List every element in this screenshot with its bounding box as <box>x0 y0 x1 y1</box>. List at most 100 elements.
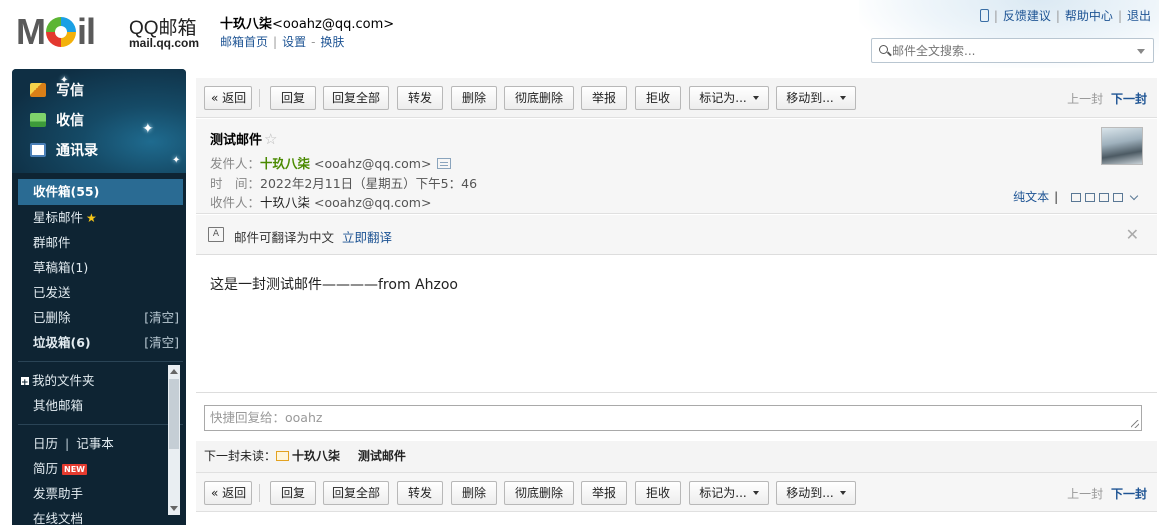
user-email: <ooahz@qq.com> <box>272 17 395 32</box>
plain-text-link[interactable]: 纯文本 <box>1013 190 1049 204</box>
move-to-dropdown[interactable]: 移动到... <box>776 481 856 505</box>
copy-icon[interactable] <box>1085 193 1095 202</box>
mail-to: 收件人：十玖八柒 <ooahz@qq.com> <box>210 195 432 210</box>
contacts-icon <box>30 143 46 157</box>
translate-bar: A 邮件可翻译为中文 立即翻译 ✕ <box>196 215 1157 255</box>
scroll-down-icon[interactable] <box>170 506 178 511</box>
move-to-dropdown[interactable]: 移动到... <box>776 86 856 110</box>
next-mail-link[interactable]: 下一封 <box>1111 92 1147 106</box>
reply-all-button[interactable]: 回复全部 <box>323 86 389 110</box>
scroll-up-icon[interactable] <box>170 369 178 374</box>
expand-icon[interactable] <box>21 371 29 396</box>
reject-button[interactable]: 拒收 <box>635 86 681 110</box>
mail-body: 这是一封测试邮件————from Ahzoo <box>210 277 458 293</box>
new-badge: NEW <box>62 464 87 475</box>
qq-mail-logo[interactable]: Mil QQ邮箱 mail.qq.com <box>16 12 206 52</box>
vcard-icon[interactable] <box>437 158 452 169</box>
sidebar-item-drafts[interactable]: 草稿箱(1) <box>18 255 183 280</box>
report-button[interactable]: 举报 <box>581 86 627 110</box>
delete-permanently-button[interactable]: 彻底删除 <box>504 86 574 110</box>
delete-button[interactable]: 删除 <box>451 481 497 505</box>
divider <box>18 361 183 362</box>
sidebar-item-deleted[interactable]: 已删除 [清空] <box>18 305 183 330</box>
sidebar-item-sent[interactable]: 已发送 <box>18 280 183 305</box>
sender-email: <ooahz@qq.com> <box>314 156 432 171</box>
scroll-thumb[interactable] <box>169 379 179 449</box>
chevron-down-icon <box>752 96 759 100</box>
notes-link[interactable]: 记事本 <box>76 436 114 451</box>
chevron-down-icon <box>752 491 759 495</box>
sidebar-item-spam[interactable]: 垃圾箱(6) [清空] <box>18 330 183 355</box>
mark-as-dropdown[interactable]: 标记为... <box>689 481 769 505</box>
sidebar-action-panel: ✦ ✦ ✦ 写信 收信 通讯录 <box>12 69 186 173</box>
prev-mail-link: 上一封 <box>1067 487 1104 501</box>
search-icon[interactable] <box>879 45 888 54</box>
recipient-name[interactable]: 十玖八柒 <box>260 195 310 210</box>
sidebar-item-starred[interactable]: 星标邮件 ★ <box>18 205 183 230</box>
report-button[interactable]: 举报 <box>581 481 627 505</box>
reply-button[interactable]: 回复 <box>270 86 316 110</box>
delete-permanently-button[interactable]: 彻底删除 <box>504 481 574 505</box>
print-icon[interactable] <box>1113 193 1123 202</box>
chevron-down-icon <box>839 491 846 495</box>
feedback-link[interactable]: 反馈建议 <box>1003 9 1051 23</box>
quick-reply-input[interactable]: 快捷回复给：ooahz <box>204 405 1142 431</box>
contacts-button[interactable]: 通讯录 <box>30 139 170 163</box>
mail-search-box[interactable] <box>871 38 1154 63</box>
forward-button[interactable]: 转发 <box>397 481 443 505</box>
divider <box>18 424 183 425</box>
close-icon[interactable]: ✕ <box>1126 225 1139 244</box>
next-unread-sender[interactable]: 十玖八柒 <box>292 449 340 463</box>
delete-button[interactable]: 删除 <box>451 86 497 110</box>
download-icon[interactable] <box>1099 193 1109 202</box>
resize-handle[interactable] <box>1131 420 1139 428</box>
logo-url: mail.qq.com <box>129 36 200 50</box>
chevron-down-icon[interactable] <box>1129 191 1139 201</box>
sidebar-item-inbox[interactable]: 收件箱(55) <box>18 179 183 205</box>
sender-avatar[interactable] <box>1101 127 1143 165</box>
search-dropdown-icon[interactable] <box>1137 49 1145 54</box>
forward-button[interactable]: 转发 <box>397 86 443 110</box>
mailbox-home-link[interactable]: 邮箱首页 <box>220 35 268 49</box>
phone-icon[interactable] <box>979 9 989 22</box>
logout-link[interactable]: 退出 <box>1127 9 1151 23</box>
search-input[interactable] <box>892 42 1132 59</box>
divider <box>196 392 1157 393</box>
sender-name[interactable]: 十玖八柒 <box>260 156 310 171</box>
translate-now-link[interactable]: 立即翻译 <box>342 230 392 245</box>
reject-button[interactable]: 拒收 <box>635 481 681 505</box>
logo-ring-icon <box>46 17 76 47</box>
empty-deleted-link[interactable]: [清空] <box>144 305 179 330</box>
star-toggle-icon[interactable]: ☆ <box>264 130 277 148</box>
receive-button[interactable]: 收信 <box>30 109 170 133</box>
mark-as-dropdown[interactable]: 标记为... <box>689 86 769 110</box>
reply-button[interactable]: 回复 <box>270 481 316 505</box>
change-skin-link[interactable]: 换肤 <box>320 35 344 49</box>
new-window-icon[interactable] <box>1071 193 1081 202</box>
sidebar-item-other-mail[interactable]: 其他邮箱 <box>18 393 183 418</box>
calendar-link[interactable]: 日历 <box>33 436 58 451</box>
divider <box>259 89 260 107</box>
sidebar-scrollbar[interactable] <box>168 365 180 515</box>
receive-icon <box>30 113 46 127</box>
sidebar-item-calendar-notes: 日历 | 记事本 <box>33 436 114 451</box>
folder-list: 收件箱(55) 星标邮件 ★ 群邮件 草稿箱(1) 已发送 已删除 [清空] 垃圾箱… <box>18 179 183 525</box>
star-icon: ★ <box>86 211 97 225</box>
translate-icon: A <box>208 227 224 242</box>
sidebar-item-my-folders[interactable]: 我的文件夹 <box>18 368 183 396</box>
next-unread-subject[interactable]: 测试邮件 <box>358 449 406 463</box>
compose-button[interactable]: 写信 <box>30 79 170 103</box>
next-mail-link[interactable]: 下一封 <box>1111 487 1147 501</box>
prev-mail-link: 上一封 <box>1067 92 1104 106</box>
sidebar-item-resume[interactable]: 简历 NEW <box>18 456 183 481</box>
reply-all-button[interactable]: 回复全部 <box>323 481 389 505</box>
empty-spam-link[interactable]: [清空] <box>144 330 179 355</box>
sidebar-item-group-mail[interactable]: 群邮件 <box>18 230 183 255</box>
back-button[interactable]: « 返回 <box>204 86 252 110</box>
settings-link[interactable]: 设置 <box>282 35 306 49</box>
sidebar-item-invoice[interactable]: 发票助手 <box>18 481 183 506</box>
sidebar-item-online-docs[interactable]: 在线文档 <box>18 506 183 525</box>
user-display-name: 十玖八柒 <box>220 17 273 32</box>
help-center-link[interactable]: 帮助中心 <box>1065 9 1113 23</box>
back-button[interactable]: « 返回 <box>204 481 252 505</box>
